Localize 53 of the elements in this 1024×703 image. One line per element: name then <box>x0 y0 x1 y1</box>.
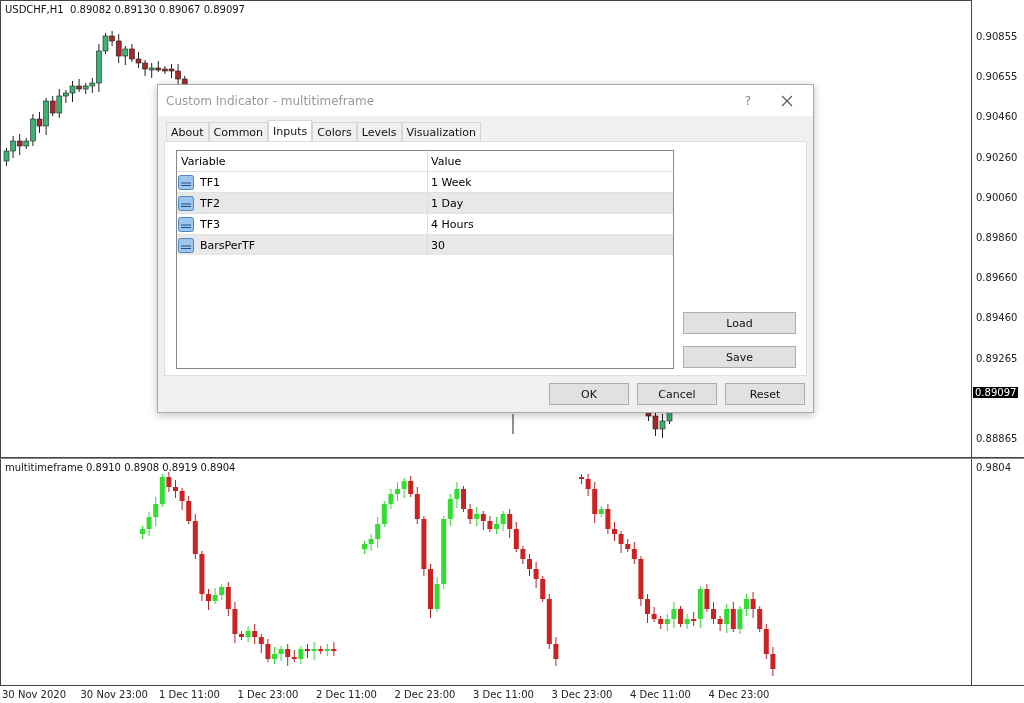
time-label: 3 Dec 23:00 <box>551 688 614 702</box>
number-type-icon <box>178 174 194 190</box>
tab[interactable]: Common <box>208 122 269 141</box>
chart-header: USDCHF,H1 0.89082 0.89130 0.89067 0.89097 <box>5 4 245 15</box>
column-header: Value <box>427 151 673 171</box>
dialog-button[interactable]: OK <box>549 383 629 405</box>
tab[interactable]: Colors <box>312 122 357 141</box>
price-label: 0.88865 <box>976 433 1018 444</box>
time-label: 1 Dec 23:00 <box>237 688 300 702</box>
tab[interactable]: Inputs <box>268 120 313 141</box>
dialog-button[interactable]: Cancel <box>637 383 717 405</box>
variable-name: TF3 <box>200 217 221 231</box>
dialog-button[interactable]: Reset <box>725 383 805 405</box>
close-icon[interactable] <box>781 94 793 107</box>
tab[interactable]: About <box>166 122 209 141</box>
table-row[interactable]: BarsPerTF 30 <box>177 234 673 255</box>
time-label: 3 Dec 11:00 <box>473 688 535 702</box>
variable-name: TF1 <box>200 175 221 189</box>
tab[interactable]: Visualization <box>401 122 481 141</box>
price-label: 0.89660 <box>976 272 1018 284</box>
time-label: 2 Dec 11:00 <box>316 688 378 702</box>
variable-name: BarsPerTF <box>200 238 256 252</box>
variable-value: 1 Day <box>427 193 673 213</box>
number-type-icon <box>178 216 194 232</box>
indicator-header: multitimeframe 0.8910 0.8908 0.8919 0.8904 <box>5 462 236 473</box>
time-label: 4 Dec 23:00 <box>708 688 771 702</box>
side-button[interactable]: Save <box>683 346 796 368</box>
price-label: 0.90060 <box>976 191 1018 203</box>
price-label: 0.89460 <box>976 312 1018 324</box>
price-label: 0.9804 <box>976 462 1011 473</box>
tab[interactable]: Levels <box>356 122 402 141</box>
price-label: 0.90260 <box>976 151 1018 163</box>
price-label: 0.89265 <box>976 352 1018 364</box>
number-type-icon <box>178 237 194 253</box>
side-button[interactable]: Load <box>683 312 796 334</box>
time-label: 30 Nov 23:00 <box>80 688 149 702</box>
price-label: 0.89860 <box>976 232 1018 243</box>
variable-name: TF2 <box>200 196 221 210</box>
number-type-icon <box>178 195 194 211</box>
candlestick <box>512 413 514 435</box>
price-label: 0.90655 <box>976 71 1018 83</box>
help-button[interactable]: ? <box>744 93 751 108</box>
time-label: 1 Dec 11:00 <box>159 688 221 702</box>
time-label: 4 Dec 11:00 <box>630 688 692 702</box>
price-label: 0.90460 <box>976 111 1018 123</box>
column-header: Variable <box>180 154 227 168</box>
table-row[interactable]: TF2 1 Day <box>177 192 673 213</box>
time-label: 2 Dec 23:00 <box>394 688 457 702</box>
price-label: 0.90855 <box>976 31 1018 42</box>
current-price-label: 0.89097 <box>973 387 1019 398</box>
dialog-title: Custom Indicator - multitimeframe <box>166 93 376 108</box>
time-label: 30 Nov 2020 <box>2 688 68 702</box>
variable-value: 30 <box>427 235 673 255</box>
